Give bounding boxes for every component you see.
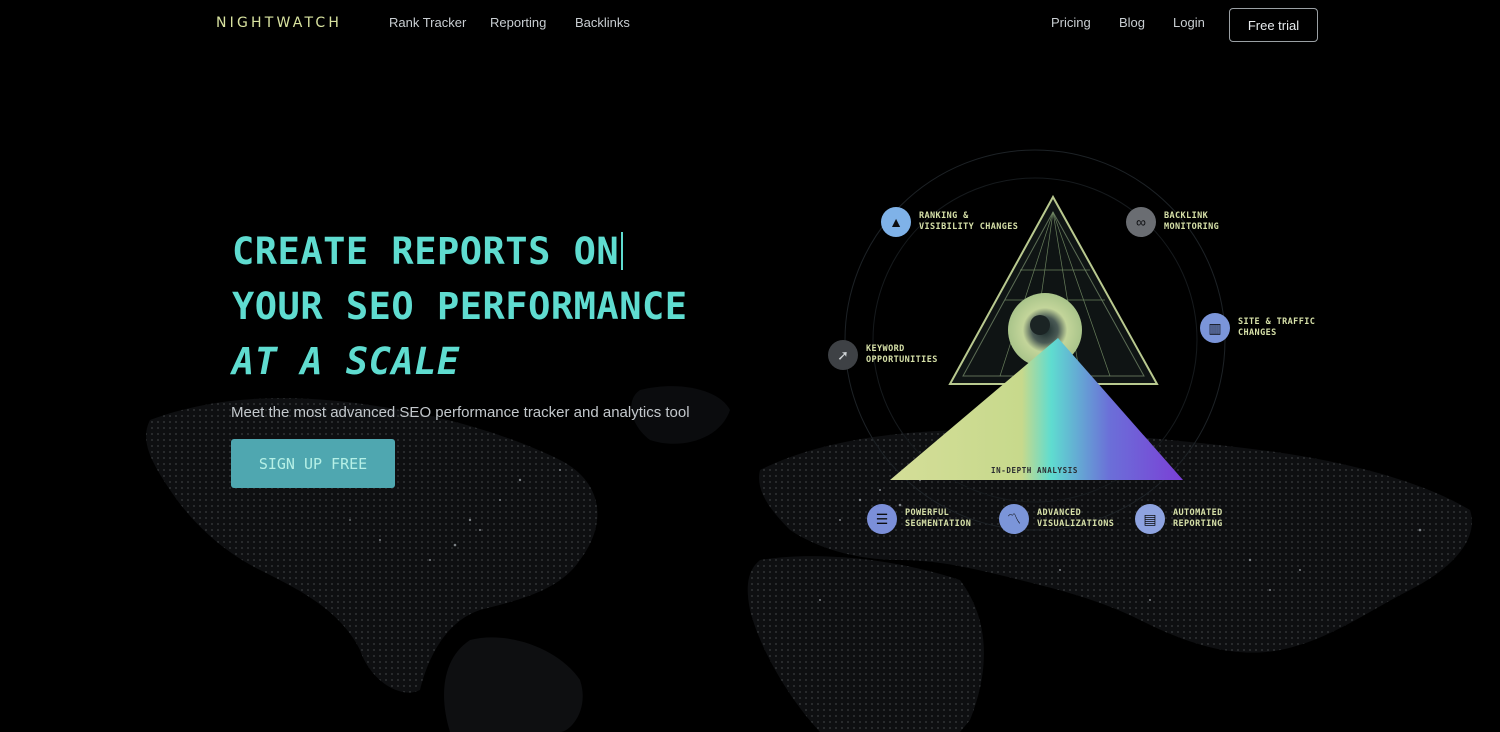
typing-caret [621, 232, 624, 270]
feature-keyword-opportunities: ➚ KEYWORD OPPORTUNITIES [828, 340, 946, 370]
sign-up-free-button[interactable]: SIGN UP FREE [231, 439, 395, 488]
feature-powerful-segmentation: ☰ POWERFUL SEGMENTATION [867, 504, 985, 534]
segments-icon: ☰ [867, 504, 897, 534]
nav-link-reporting[interactable]: Reporting [490, 15, 546, 30]
hero-heading-line-1: CREATE REPORTS ON [232, 230, 624, 273]
feature-ranking-visibility: ▲ RANKING & VISIBILITY CHANGES [881, 207, 1029, 237]
feature-label: SITE & TRAFFIC CHANGES [1238, 317, 1316, 338]
feature-label: AUTOMATED REPORTING [1173, 508, 1223, 529]
rocket-icon: ➚ [828, 340, 858, 370]
nav-link-login[interactable]: Login [1173, 15, 1205, 30]
feature-backlink-monitoring: ∞ BACKLINK MONITORING [1126, 207, 1234, 237]
feature-label: KEYWORD OPPORTUNITIES [866, 344, 938, 365]
feature-label: POWERFUL SEGMENTATION [905, 508, 972, 529]
hero-heading-line-2: YOUR SEO PERFORMANCE [232, 285, 688, 328]
nav-link-rank-tracker[interactable]: Rank Tracker [389, 15, 466, 30]
hero-heading-text-1: CREATE REPORTS ON [232, 230, 620, 273]
line-chart-icon: 〽 [999, 504, 1029, 534]
free-trial-button[interactable]: Free trial [1229, 8, 1318, 42]
bar-chart-icon: ▥ [1200, 313, 1230, 343]
feature-automated-reporting: ▤ AUTOMATED REPORTING [1135, 504, 1253, 534]
document-icon: ▤ [1135, 504, 1165, 534]
nav-link-blog[interactable]: Blog [1119, 15, 1145, 30]
link-icon: ∞ [1126, 207, 1156, 237]
feature-diagram: ▲ RANKING & VISIBILITY CHANGES ∞ BACKLIN… [800, 140, 1315, 570]
feature-site-traffic: ▥ SITE & TRAFFIC CHANGES [1200, 313, 1318, 343]
top-nav: NIGHTWATCH Rank Tracker Reporting Backli… [0, 0, 1500, 48]
nightwatch-logo[interactable]: NIGHTWATCH [216, 15, 342, 31]
hero-subtitle: Meet the most advanced SEO performance t… [231, 404, 690, 421]
nav-link-backlinks[interactable]: Backlinks [575, 15, 630, 30]
ranking-chart-icon: ▲ [881, 207, 911, 237]
feature-label: BACKLINK MONITORING [1164, 211, 1220, 232]
hero-heading-line-3: AT A SCALE [232, 340, 460, 383]
feature-label: RANKING & VISIBILITY CHANGES [919, 211, 1019, 232]
feature-advanced-visualizations: 〽 ADVANCED VISUALIZATIONS [999, 504, 1117, 534]
nav-link-pricing[interactable]: Pricing [1051, 15, 1091, 30]
diagram-caption: IN-DEPTH ANALYSIS [991, 466, 1078, 475]
feature-label: ADVANCED VISUALIZATIONS [1037, 508, 1115, 529]
